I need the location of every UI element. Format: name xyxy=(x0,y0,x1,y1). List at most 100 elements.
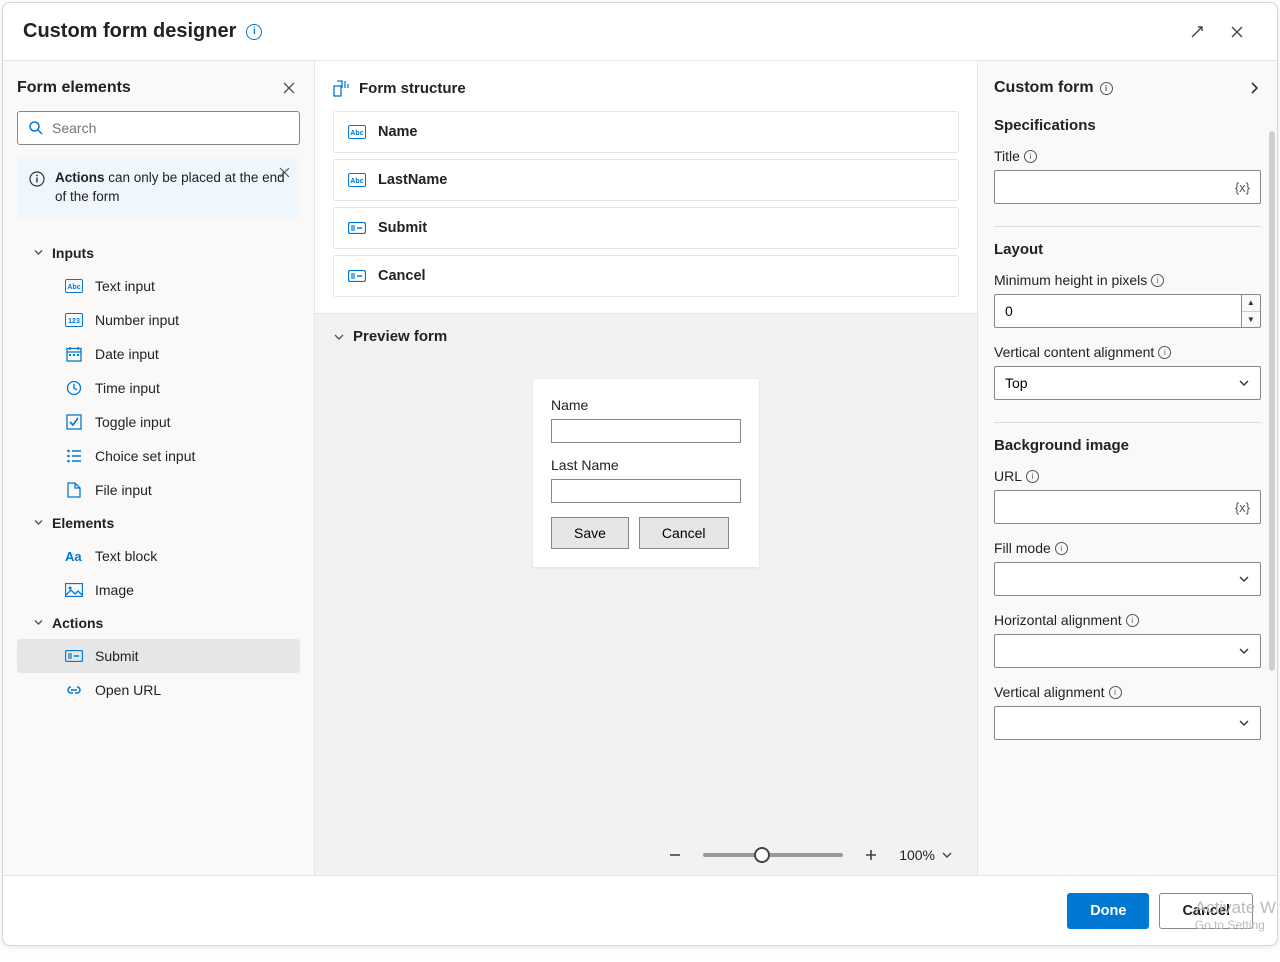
checkbox-icon xyxy=(65,413,83,431)
element-time-input[interactable]: Time input xyxy=(17,371,300,405)
zoom-in-button[interactable] xyxy=(859,843,883,867)
category-inputs[interactable]: Inputs xyxy=(17,237,300,269)
category-elements[interactable]: Elements xyxy=(17,507,300,539)
halign-label: Horizontal alignment xyxy=(994,612,1122,628)
variable-picker-button[interactable]: {x} xyxy=(1235,500,1250,515)
info-icon[interactable]: i xyxy=(1055,542,1068,555)
clock-icon xyxy=(65,379,83,397)
svg-text:123: 123 xyxy=(68,318,80,325)
chevron-right-icon[interactable] xyxy=(1247,81,1261,95)
structure-item-name[interactable]: AbcName xyxy=(333,111,959,153)
zoom-out-button[interactable] xyxy=(663,843,687,867)
element-text-input[interactable]: AbcText input xyxy=(17,269,300,303)
info-icon[interactable]: i xyxy=(1126,614,1139,627)
zoom-level-dropdown[interactable]: 100% xyxy=(899,847,953,863)
svg-text:Abc: Abc xyxy=(350,178,363,185)
preview-pane: Preview form Name Last Name Save Cancel xyxy=(315,313,977,875)
info-icon[interactable]: i xyxy=(1109,686,1122,699)
url-input[interactable]: {x} xyxy=(994,490,1261,524)
structure-item-submit[interactable]: Submit xyxy=(333,207,959,249)
zoom-bar: 100% xyxy=(315,835,977,875)
notice-bold: Actions xyxy=(55,170,105,185)
file-icon xyxy=(65,481,83,499)
preview-field-input[interactable] xyxy=(551,479,741,503)
layout-heading: Layout xyxy=(994,241,1261,258)
zoom-value: 100% xyxy=(899,847,935,863)
image-icon xyxy=(65,581,83,599)
zoom-thumb[interactable] xyxy=(754,847,770,863)
close-button[interactable] xyxy=(1217,12,1257,52)
bg-valign-select[interactable] xyxy=(994,706,1261,740)
search-field[interactable] xyxy=(52,120,289,136)
spin-down-button[interactable]: ▼ xyxy=(1242,312,1260,328)
title-input[interactable]: {x} xyxy=(994,170,1261,204)
dismiss-notice-button[interactable] xyxy=(279,167,290,178)
submit-icon xyxy=(348,222,366,234)
info-icon[interactable]: i xyxy=(1151,274,1164,287)
min-height-label: Minimum height in pixels xyxy=(994,272,1147,288)
close-panel-button[interactable] xyxy=(278,77,300,99)
element-text-block[interactable]: AaText block xyxy=(17,539,300,573)
done-button[interactable]: Done xyxy=(1067,893,1149,929)
preview-field-label: Last Name xyxy=(551,457,741,473)
cancel-button[interactable]: Cancel xyxy=(1159,893,1253,929)
svg-text:Abc: Abc xyxy=(67,284,80,291)
info-icon xyxy=(29,171,45,187)
element-choice-set-input[interactable]: Choice set input xyxy=(17,439,300,473)
search-input[interactable] xyxy=(17,111,300,145)
maximize-button[interactable] xyxy=(1177,12,1217,52)
preview-field-input[interactable] xyxy=(551,419,741,443)
element-open-url[interactable]: Open URL xyxy=(17,673,300,707)
form-structure-pane: Form structure AbcName AbcLastName Submit C… xyxy=(315,61,977,313)
info-icon[interactable]: i xyxy=(1026,470,1039,483)
element-file-input[interactable]: File input xyxy=(17,473,300,507)
submit-icon xyxy=(348,270,366,282)
preview-save-button[interactable]: Save xyxy=(551,517,629,549)
123-icon: 123 xyxy=(65,311,83,329)
preview-toggle[interactable]: Preview form xyxy=(315,314,977,359)
structure-item-lastname[interactable]: AbcLastName xyxy=(333,159,959,201)
chevron-down-icon xyxy=(1238,573,1250,585)
fillmode-select[interactable] xyxy=(994,562,1261,596)
url-label: URL xyxy=(994,468,1022,484)
structure-item-cancel[interactable]: Cancel xyxy=(333,255,959,297)
chevron-down-icon xyxy=(333,331,345,343)
chevron-down-icon xyxy=(1238,377,1250,389)
element-number-input[interactable]: 123Number input xyxy=(17,303,300,337)
halign-select[interactable] xyxy=(994,634,1261,668)
preview-cancel-button[interactable]: Cancel xyxy=(639,517,729,549)
preview-heading: Preview form xyxy=(353,328,447,345)
element-date-input[interactable]: Date input xyxy=(17,337,300,371)
preview-field-label: Name xyxy=(551,397,741,413)
valign-value: Top xyxy=(1005,375,1028,391)
variable-picker-button[interactable]: {x} xyxy=(1235,180,1250,195)
category-actions[interactable]: Actions xyxy=(17,607,300,639)
info-icon[interactable]: i xyxy=(1024,150,1037,163)
center-area: Form structure AbcNameAbcLastNameSubmitC… xyxy=(315,61,977,875)
properties-heading: Custom form xyxy=(994,79,1094,97)
svg-text:Aa: Aa xyxy=(65,549,82,563)
info-icon[interactable]: i xyxy=(1100,82,1113,95)
abc-icon: Abc xyxy=(348,173,366,187)
bg-valign-label: Vertical alignment xyxy=(994,684,1105,700)
zoom-slider[interactable] xyxy=(703,853,843,857)
form-elements-panel: Form elements Actions can only be placed… xyxy=(3,61,315,875)
min-height-input[interactable]: ▲ ▼ xyxy=(994,294,1261,328)
info-icon[interactable]: i xyxy=(246,24,262,40)
window-title: Custom form designer xyxy=(23,20,236,43)
valign-label: Vertical content alignment xyxy=(994,344,1154,360)
chevron-down-icon xyxy=(941,849,953,861)
structure-icon xyxy=(333,79,351,97)
structure-heading: Form structure xyxy=(359,80,466,97)
element-image[interactable]: Image xyxy=(17,573,300,607)
scrollbar[interactable] xyxy=(1269,131,1275,671)
abc-icon: Abc xyxy=(348,125,366,139)
element-submit[interactable]: Submit xyxy=(17,639,300,673)
list-icon xyxy=(65,447,83,465)
info-icon[interactable]: i xyxy=(1158,346,1171,359)
spin-up-button[interactable]: ▲ xyxy=(1242,295,1260,312)
chevron-down-icon xyxy=(33,617,44,628)
element-toggle-input[interactable]: Toggle input xyxy=(17,405,300,439)
form-designer-window: Custom form designer i Form elements xyxy=(2,2,1278,946)
valign-select[interactable]: Top xyxy=(994,366,1261,400)
